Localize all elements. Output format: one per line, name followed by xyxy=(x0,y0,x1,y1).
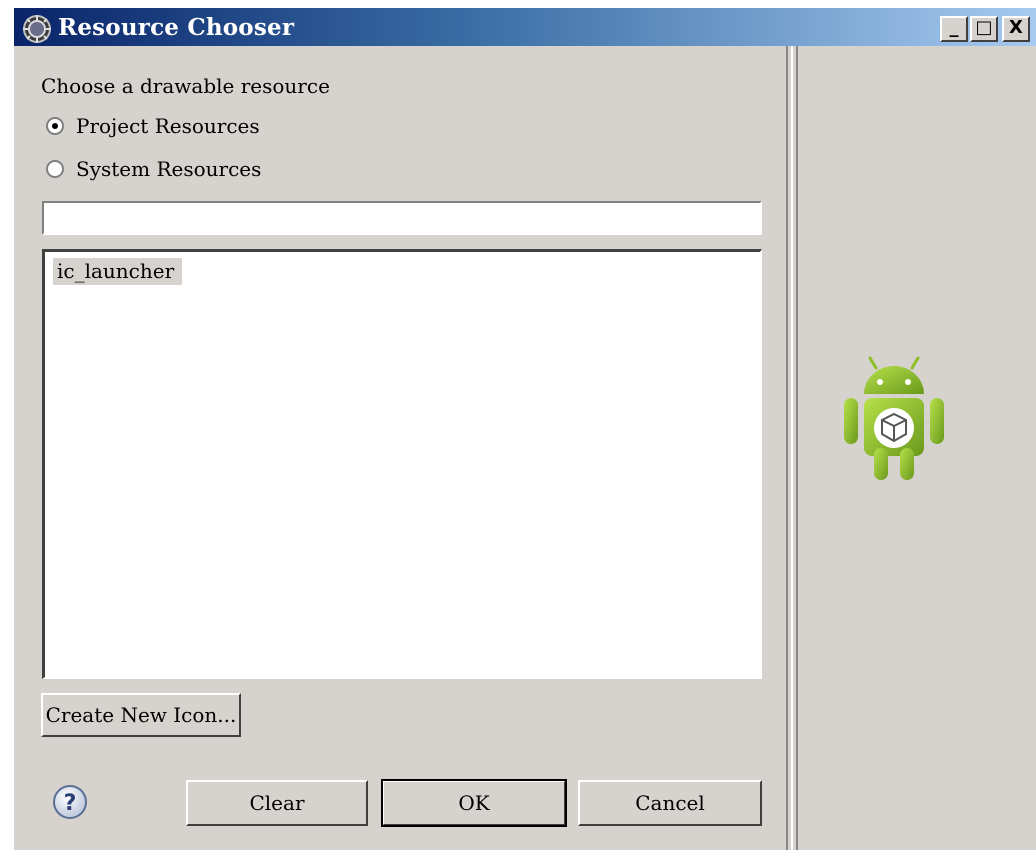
project-resources-label: Project Resources xyxy=(76,114,260,138)
chooser-prompt: Choose a drawable resource xyxy=(41,74,330,98)
cancel-button[interactable]: Cancel xyxy=(578,780,762,826)
title-bar[interactable]: Resource Chooser _ □ X xyxy=(14,0,1036,46)
system-resources-radio[interactable] xyxy=(46,160,64,178)
clear-button[interactable]: Clear xyxy=(186,780,368,826)
project-resources-radio[interactable] xyxy=(46,117,64,135)
chooser-pane: Choose a drawable resource Project Resou… xyxy=(14,46,784,850)
minimize-button[interactable]: _ xyxy=(940,16,968,42)
svg-text:?: ? xyxy=(64,791,77,816)
ok-button[interactable]: OK xyxy=(381,779,567,827)
maximize-button[interactable]: □ xyxy=(970,16,998,42)
list-item[interactable]: ic_launcher xyxy=(53,258,183,285)
preview-pane xyxy=(798,46,1036,850)
filter-input[interactable] xyxy=(42,201,762,235)
android-launcher-icon xyxy=(844,356,944,480)
resource-chooser-window: Resource Chooser _ □ X Choose a drawable… xyxy=(0,0,1036,850)
pane-divider[interactable] xyxy=(786,46,798,850)
window-title: Resource Chooser xyxy=(58,14,295,41)
resource-list[interactable]: ic_launcher xyxy=(42,249,762,679)
question-mark-icon[interactable]: ? xyxy=(52,784,88,820)
system-resources-label: System Resources xyxy=(76,157,262,181)
system-resources-option[interactable]: System Resources xyxy=(46,157,261,181)
project-resources-option[interactable]: Project Resources xyxy=(46,114,260,138)
create-new-icon-button[interactable]: Create New Icon... xyxy=(41,693,241,737)
close-button[interactable]: X xyxy=(1002,16,1030,42)
eclipse-gear-icon xyxy=(23,15,51,43)
